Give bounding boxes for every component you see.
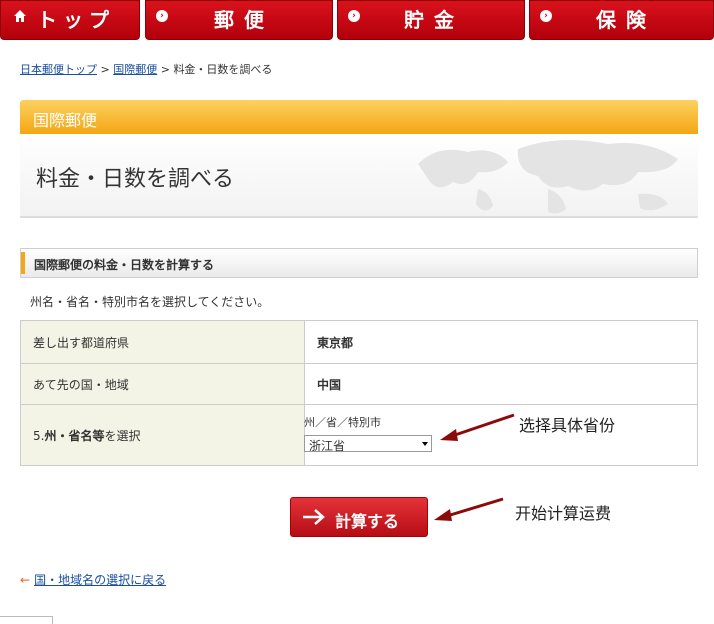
chevron-right-icon: › xyxy=(348,10,360,22)
arrow-left-icon: ← xyxy=(20,573,31,587)
state-label-suffix: を選択 xyxy=(104,428,141,443)
table-row: 差し出す都道府県 東京都 xyxy=(20,320,698,364)
nav-mail[interactable]: › 郵便 xyxy=(145,0,333,40)
breadcrumb-separator: > xyxy=(160,63,170,76)
back-link-row: ← 国・地域名の選択に戻る xyxy=(20,571,166,588)
nav-insurance-label: 保険 xyxy=(596,8,656,32)
breadcrumb-home-link[interactable]: 日本郵便トップ xyxy=(20,63,97,76)
state-select-label: 5.州・省名等を選択 xyxy=(20,404,305,466)
row-label: あて先の国・地域 xyxy=(20,363,305,405)
page-title-box: 料金・日数を調べる xyxy=(20,134,698,218)
row-label: 差し出す都道府県 xyxy=(20,320,305,364)
step-number: 5. xyxy=(33,428,45,443)
nav-top-label: トップ xyxy=(37,8,115,32)
province-select-value: 浙江省 xyxy=(309,439,346,453)
breadcrumb: 日本郵便トップ > 国際郵便 > 料金・日数を調べる xyxy=(20,61,272,77)
section-title: 国際郵便の料金・日数を計算する xyxy=(34,258,215,272)
chevron-right-icon: › xyxy=(540,10,552,22)
annotation-select-note: 选择具体省份 xyxy=(519,416,616,435)
instruction-text: 州名・省名・特別市名を選択してください。 xyxy=(30,295,270,309)
select-caption: 州／省／特別市 xyxy=(304,416,381,429)
breadcrumb-separator: > xyxy=(100,63,110,76)
row-value: 東京都 xyxy=(304,320,698,364)
category-title: 国際郵便 xyxy=(33,111,98,130)
home-icon xyxy=(14,10,26,22)
world-map-icon xyxy=(418,140,678,214)
breadcrumb-current: 料金・日数を調べる xyxy=(173,63,273,76)
breadcrumb-intl-link[interactable]: 国際郵便 xyxy=(113,63,157,76)
nav-insurance[interactable]: › 保険 xyxy=(529,0,714,40)
page-title: 料金・日数を調べる xyxy=(36,167,235,192)
table-row: あて先の国・地域 中国 xyxy=(20,363,698,405)
nav-savings[interactable]: › 貯金 xyxy=(337,0,525,40)
calculate-button[interactable]: 計算する xyxy=(290,497,428,537)
section-heading: 国際郵便の料金・日数を計算する xyxy=(20,248,698,278)
category-bar: 国際郵便 xyxy=(20,100,698,134)
annotation-calc-note: 开始计算运费 xyxy=(515,504,612,523)
annotation-arrow-icon xyxy=(434,497,504,521)
chevron-right-icon: › xyxy=(156,10,168,22)
province-select[interactable]: 浙江省 xyxy=(304,435,432,453)
nav-mail-label: 郵便 xyxy=(214,8,274,32)
state-label-bold: 州・省名等 xyxy=(44,428,105,443)
arrow-right-icon xyxy=(303,509,325,525)
dropdown-arrow-icon xyxy=(422,442,428,446)
row-value: 中国 xyxy=(304,363,698,405)
calculate-button-label: 計算する xyxy=(335,512,400,531)
nav-savings-label: 貯金 xyxy=(404,8,464,32)
annotation-arrow-icon xyxy=(440,413,515,441)
nav-top[interactable]: トップ xyxy=(0,0,140,40)
back-link[interactable]: 国・地域名の選択に戻る xyxy=(34,573,166,587)
